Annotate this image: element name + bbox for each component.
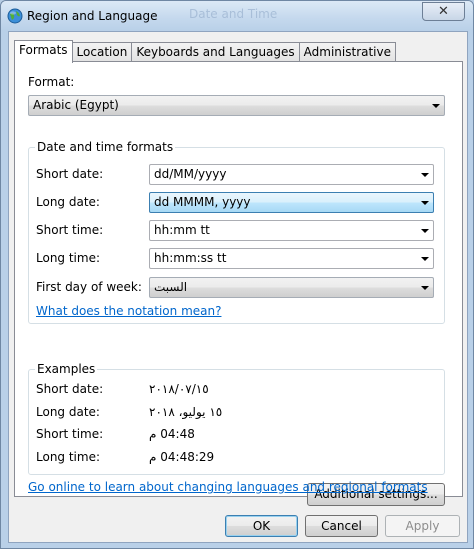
long-date-label: Long date: bbox=[36, 195, 100, 209]
first-day-dropdown[interactable]: السبت bbox=[149, 277, 434, 298]
group-title: Date and time formats bbox=[35, 140, 176, 154]
short-time-label: Short time: bbox=[36, 223, 104, 237]
chevron-down-icon bbox=[421, 229, 429, 233]
dialog-client-area: Formats Location Keyboards and Languages… bbox=[8, 31, 468, 543]
ok-button[interactable]: OK bbox=[225, 515, 298, 537]
tab-location[interactable]: Location bbox=[71, 42, 133, 62]
example-short-time-value: 04:48 م bbox=[149, 427, 195, 441]
example-short-date-value: ٢٠١٨/٠٧/١٥ bbox=[149, 382, 209, 396]
format-label: Format: bbox=[28, 75, 75, 89]
notation-help-link[interactable]: What does the notation mean? bbox=[36, 304, 221, 318]
short-date-value: dd/MM/yyyy bbox=[154, 167, 227, 181]
close-icon: ✕ bbox=[438, 4, 449, 19]
window-title: Region and Language bbox=[27, 9, 158, 23]
formats-panel: Format: Arabic (Egypt) Date and time for… bbox=[14, 61, 463, 506]
tab-strip: Formats Location Keyboards and Languages… bbox=[14, 40, 397, 63]
chevron-down-icon bbox=[421, 286, 429, 290]
date-time-formats-group: Date and time formats Short date: dd/MM/… bbox=[28, 140, 445, 324]
background-window-title: Date and Time bbox=[189, 7, 278, 21]
example-long-time-label: Long time: bbox=[36, 450, 101, 464]
long-date-dropdown[interactable]: dd MMMM, yyyy bbox=[149, 192, 434, 213]
first-day-label: First day of week: bbox=[36, 280, 142, 294]
format-dropdown[interactable]: Arabic (Egypt) bbox=[28, 95, 445, 116]
globe-icon bbox=[7, 8, 23, 24]
chevron-down-icon bbox=[421, 201, 429, 205]
long-date-value: dd MMMM, yyyy bbox=[154, 195, 251, 209]
examples-group: Examples Short date: ٢٠١٨/٠٧/١٥ Long dat… bbox=[28, 362, 445, 475]
example-long-time-value: 04:48:29 م bbox=[149, 450, 215, 464]
example-long-date-label: Long date: bbox=[36, 405, 100, 419]
title-bar[interactable]: Date and Time Region and Language ✕ bbox=[1, 1, 473, 31]
tab-keyboards-and-languages[interactable]: Keyboards and Languages bbox=[131, 42, 300, 62]
short-time-value: hh:mm tt bbox=[154, 223, 210, 237]
tab-formats[interactable]: Formats bbox=[14, 40, 73, 63]
chevron-down-icon bbox=[421, 173, 429, 177]
example-short-time-label: Short time: bbox=[36, 427, 104, 441]
short-time-dropdown[interactable]: hh:mm tt bbox=[149, 220, 434, 241]
apply-button[interactable]: Apply bbox=[385, 515, 460, 537]
close-button[interactable]: ✕ bbox=[422, 2, 465, 21]
cancel-button[interactable]: Cancel bbox=[305, 515, 378, 537]
chevron-down-icon bbox=[421, 257, 429, 261]
go-online-link[interactable]: Go online to learn about changing langua… bbox=[28, 480, 428, 494]
long-time-dropdown[interactable]: hh:mm:ss tt bbox=[149, 248, 434, 269]
short-date-label: Short date: bbox=[36, 167, 104, 181]
long-time-label: Long time: bbox=[36, 251, 101, 265]
region-language-window: Date and Time Region and Language ✕ Form… bbox=[0, 0, 474, 549]
tab-administrative[interactable]: Administrative bbox=[298, 42, 397, 62]
first-day-value: السبت bbox=[154, 280, 188, 294]
group-title: Examples bbox=[35, 362, 98, 376]
example-short-date-label: Short date: bbox=[36, 382, 104, 396]
format-value: Arabic (Egypt) bbox=[33, 98, 119, 112]
chevron-down-icon bbox=[432, 104, 440, 108]
long-time-value: hh:mm:ss tt bbox=[154, 251, 227, 265]
short-date-dropdown[interactable]: dd/MM/yyyy bbox=[149, 164, 434, 185]
example-long-date-value: ١٥ يوليو، ٢٠١٨ bbox=[149, 405, 223, 419]
